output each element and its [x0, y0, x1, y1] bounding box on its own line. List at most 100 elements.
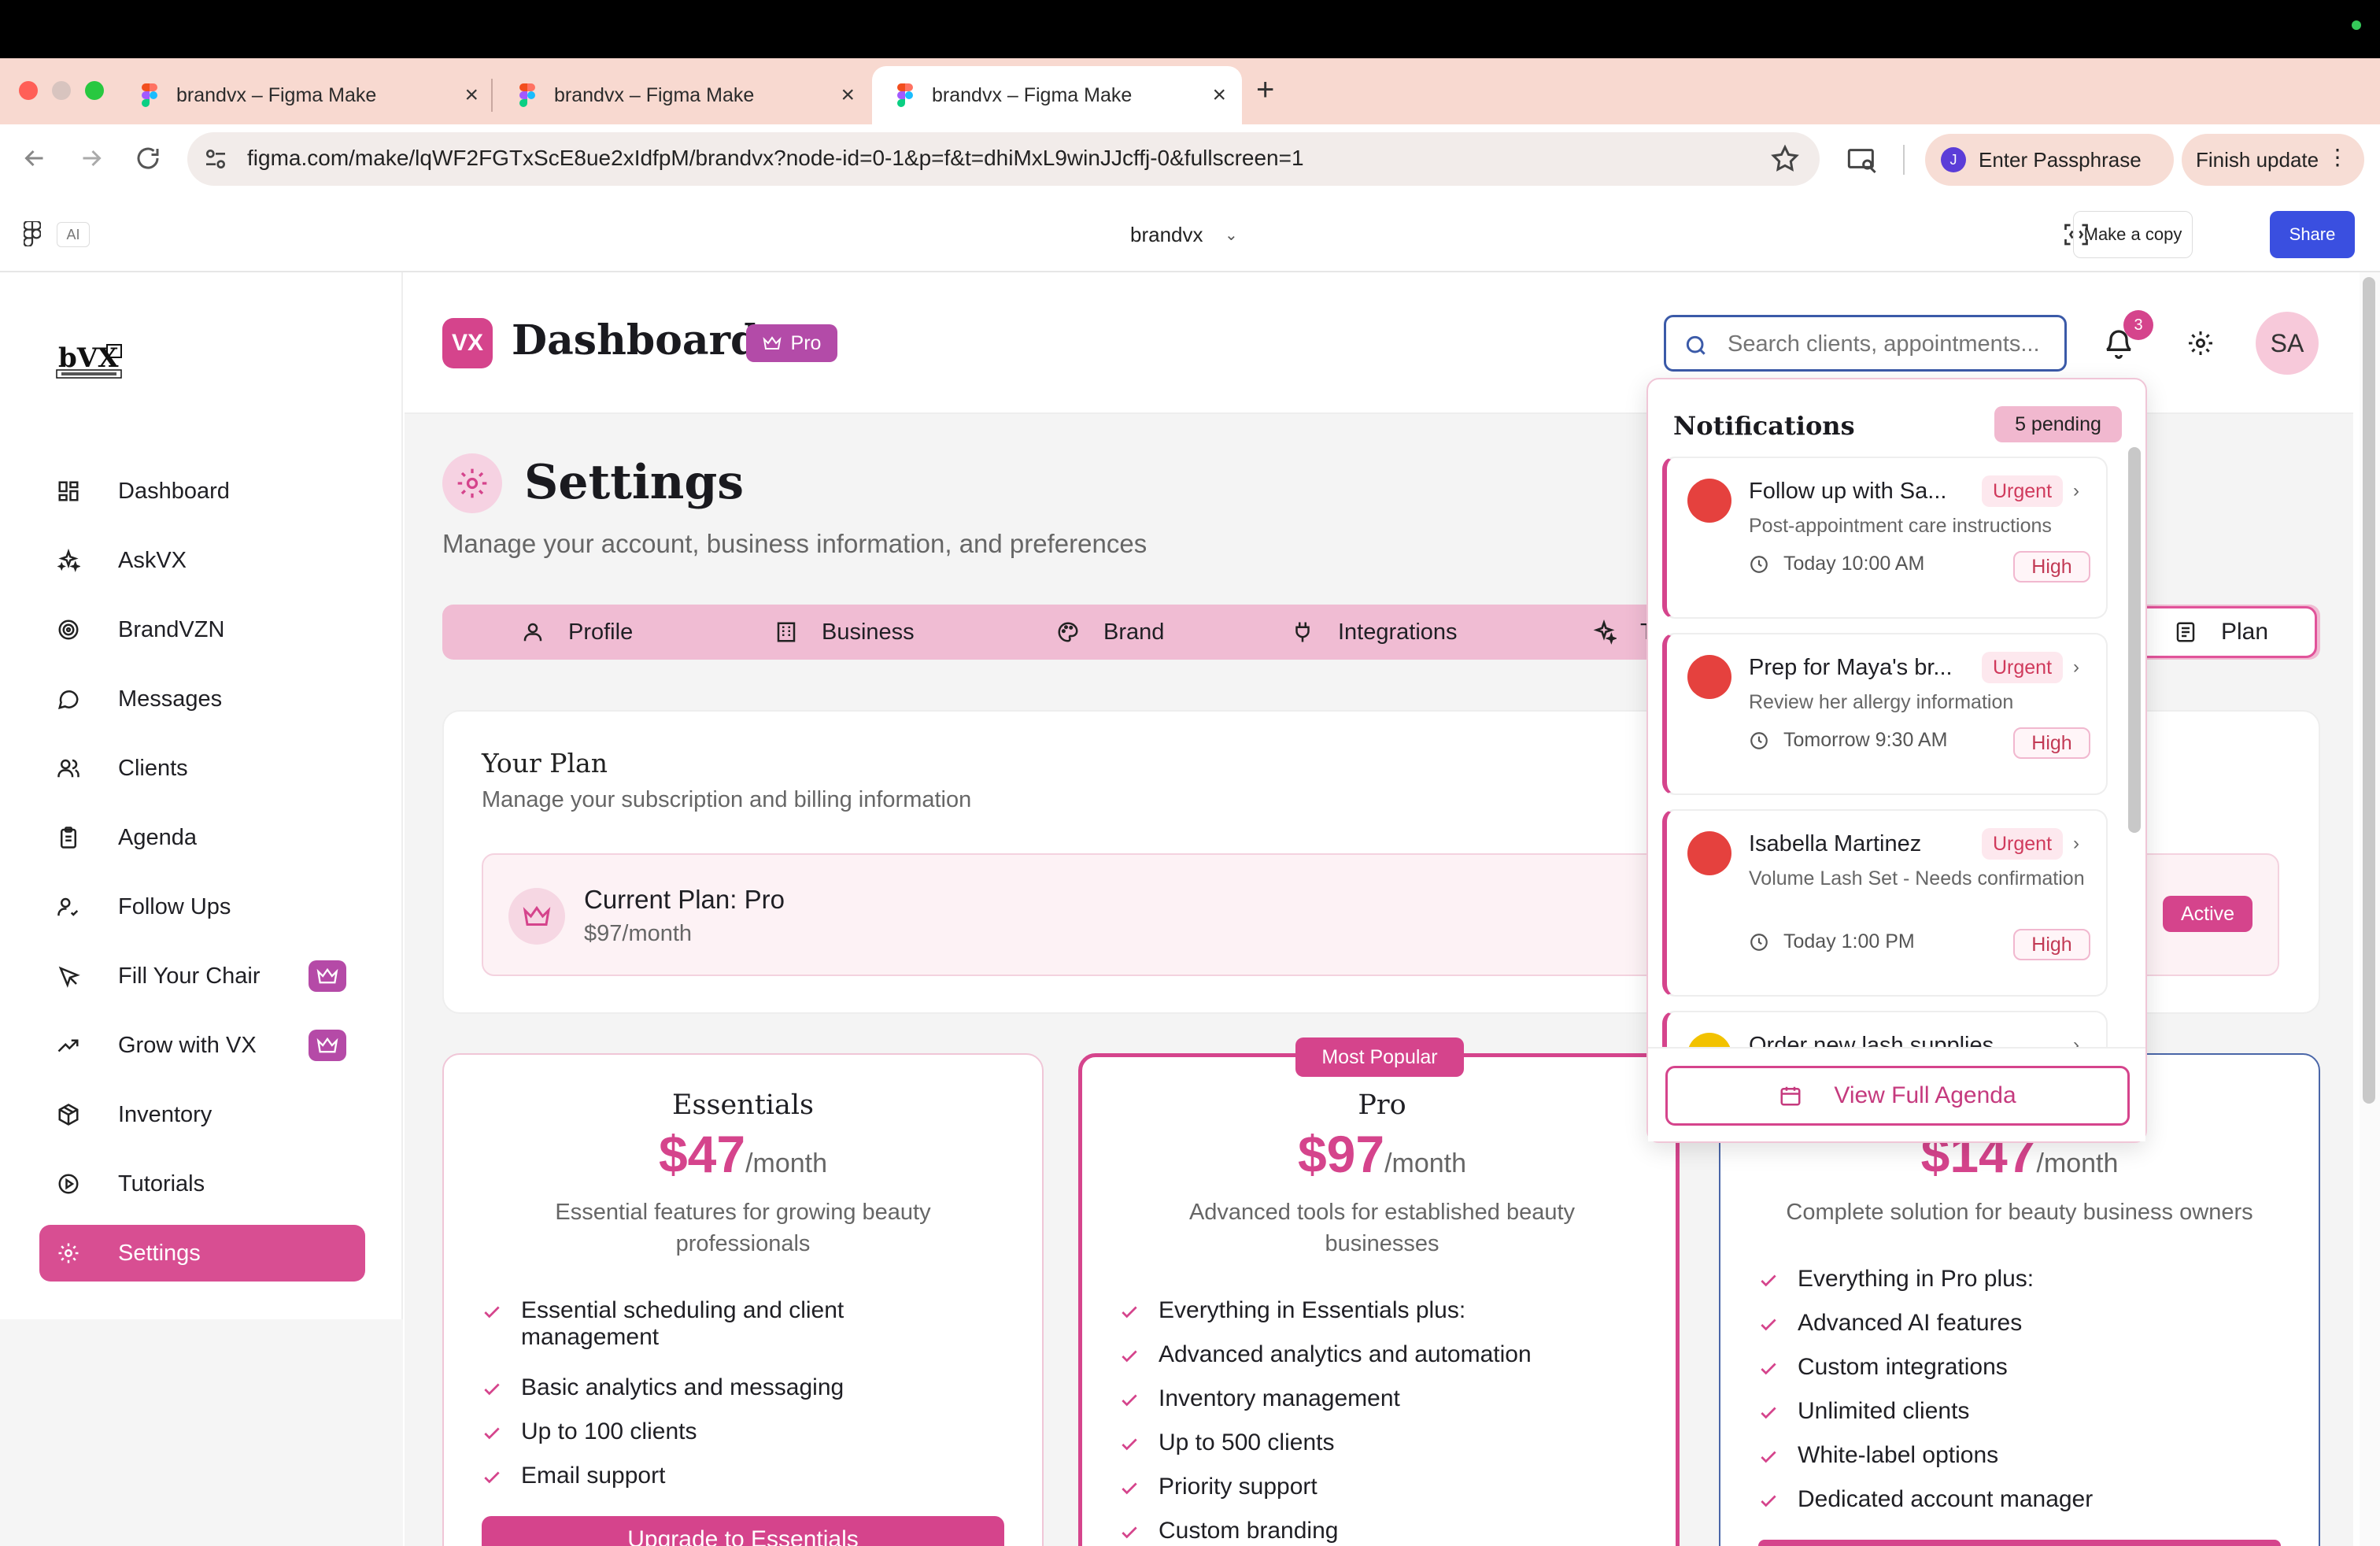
window-close-button[interactable]	[19, 81, 38, 100]
ai-chip[interactable]: AI	[57, 222, 90, 247]
close-tab-icon[interactable]: ×	[464, 83, 479, 107]
scrollbar-thumb[interactable]	[2363, 277, 2375, 1104]
notification-title: Prep for Maya's br...	[1749, 655, 1953, 680]
sidebar-item-follow-ups[interactable]: Follow Ups	[39, 878, 365, 935]
sidebar-item-inventory[interactable]: Inventory	[39, 1086, 365, 1143]
chevron-right-icon[interactable]: ›	[2073, 833, 2079, 855]
window-minimize-button[interactable]	[52, 81, 71, 100]
close-tab-icon[interactable]: ×	[841, 83, 855, 107]
sidebar-item-label: Clients	[118, 755, 188, 781]
plan-feature-text: Everything in Pro plus:	[1798, 1266, 2034, 1292]
sidebar-item-clients[interactable]: Clients	[39, 740, 365, 797]
sidebar-item-label: Dashboard	[118, 478, 230, 504]
new-tab-plus-icon[interactable]: +	[1256, 72, 1274, 108]
tab-integrations[interactable]: Integrations	[1291, 605, 1458, 660]
bookmark-star-icon[interactable]	[1769, 143, 1801, 175]
file-title[interactable]: brandvx	[1130, 223, 1203, 247]
tab-plan[interactable]: Plan	[2125, 606, 2317, 658]
plan-feature: Custom integrations	[1758, 1354, 2278, 1381]
url-bar[interactable]: figma.com/make/lqWF2FGTxScE8ue2xIdfpM/br…	[187, 132, 1820, 186]
calendar-icon	[1780, 1086, 1801, 1106]
most-popular-badge: Most Popular	[1295, 1037, 1464, 1077]
settings-subtitle: Manage your account, business informatio…	[442, 529, 1148, 558]
clipboard-icon	[61, 827, 76, 849]
sidebar-item-tutorials[interactable]: Tutorials	[39, 1156, 365, 1212]
site-settings-icon[interactable]	[203, 146, 228, 172]
user-icon	[523, 623, 542, 642]
notification-avatar	[1687, 479, 1731, 523]
plan-feature: Email support	[482, 1463, 985, 1489]
back-arrow-icon[interactable]	[20, 144, 49, 172]
tab-separator	[491, 79, 493, 112]
search-input[interactable]	[1728, 328, 2058, 360]
sidebar-item-label: Fill Your Chair	[118, 963, 261, 989]
tab-label: Business	[822, 619, 915, 645]
clock-icon	[1750, 731, 1768, 749]
figma-logo-icon[interactable]	[24, 221, 41, 246]
clock-icon	[1750, 933, 1768, 951]
tab-title: brandvx – Figma Make	[176, 83, 377, 106]
chat-bubble-icon	[57, 690, 79, 710]
more-vertical-icon[interactable]: ⋮	[2326, 146, 2349, 168]
os-menu-bar	[0, 0, 2380, 58]
sidebar-item-label: BrandVZN	[118, 616, 225, 642]
premium-crown-badge	[309, 960, 346, 992]
tab-brand[interactable]: Brand	[1056, 605, 1164, 660]
chevron-right-icon[interactable]: ›	[2073, 480, 2079, 502]
browser-tab[interactable]: brandvx – Figma Make ×	[116, 66, 494, 124]
enter-passphrase-button[interactable]: J Enter Passphrase	[1925, 134, 2174, 186]
notifications-title: Notifications	[1673, 411, 1855, 441]
close-tab-icon[interactable]: ×	[1212, 83, 1226, 107]
finish-update-button[interactable]: Finish update ⋮	[2182, 134, 2364, 186]
share-button[interactable]: Share	[2270, 211, 2355, 258]
sidebar-item-settings[interactable]: Settings	[39, 1225, 365, 1282]
crown-icon	[316, 967, 338, 984]
user-avatar[interactable]: SA	[2256, 312, 2319, 375]
tab-partial[interactable]: T	[1591, 605, 1654, 660]
palette-icon	[1058, 622, 1078, 642]
tab-profile[interactable]: Profile	[521, 605, 633, 660]
window-zoom-button[interactable]	[85, 81, 104, 100]
toolbar-separator	[1903, 145, 1905, 175]
chevron-down-icon[interactable]: ⌄	[1225, 225, 1238, 245]
gear-icon[interactable]	[2186, 329, 2215, 357]
finish-update-label: Finish update	[2196, 147, 2319, 172]
sidebar-item-dashboard[interactable]: Dashboard	[39, 463, 365, 520]
notification-description: Review her allergy information	[1749, 691, 2014, 713]
card-icon	[2176, 622, 2195, 642]
upgrade-premium-button[interactable]	[1758, 1540, 2281, 1546]
chevron-right-icon[interactable]: ›	[2073, 656, 2079, 679]
screen-search-icon[interactable]	[1846, 145, 1878, 176]
check-icon	[1761, 1274, 1776, 1287]
plan-feature: Advanced analytics and automation	[1119, 1341, 1639, 1368]
plan-description: Advanced tools for established beauty bu…	[1188, 1200, 1576, 1256]
reload-icon[interactable]	[134, 144, 162, 172]
plan-price-amount: $97	[1297, 1125, 1385, 1183]
sidebar-item-brandvzn[interactable]: BrandVZN	[39, 601, 365, 658]
plan-feature: Unlimited clients	[1758, 1398, 2278, 1425]
sidebar-item-messages[interactable]: Messages	[39, 671, 365, 727]
forward-arrow-icon[interactable]	[77, 144, 105, 172]
view-full-agenda-button[interactable]: View Full Agenda	[1665, 1066, 2130, 1126]
users-icon	[57, 759, 79, 778]
current-plan-title: Current Plan: Pro	[584, 885, 785, 914]
main-scrollbar[interactable]	[2360, 272, 2380, 1546]
notifications-scrollbar[interactable]	[2128, 447, 2141, 833]
upgrade-essentials-button[interactable]: Upgrade to Essentials	[482, 1516, 1004, 1546]
plan-price-amount: $47	[658, 1125, 746, 1183]
check-icon	[1122, 1482, 1137, 1495]
sidebar-item-agenda[interactable]: Agenda	[39, 809, 365, 866]
notification-title: Isabella Martinez	[1749, 831, 1922, 856]
check-icon	[484, 1306, 500, 1319]
search-field[interactable]	[1664, 315, 2067, 372]
building-icon	[777, 622, 796, 642]
gear-icon	[58, 1243, 79, 1263]
browser-tab-active[interactable]: brandvx – Figma Make ×	[872, 66, 1242, 124]
check-icon	[484, 1427, 500, 1440]
settings-title: Settings	[524, 455, 745, 510]
tab-business[interactable]: Business	[774, 605, 915, 660]
priority-badge: High	[2013, 727, 2090, 759]
browser-tab[interactable]: brandvx – Figma Make ×	[494, 66, 870, 124]
sidebar-item-askvx[interactable]: AskVX	[39, 532, 365, 589]
make-a-copy-button[interactable]: Make a copy	[2073, 211, 2193, 258]
